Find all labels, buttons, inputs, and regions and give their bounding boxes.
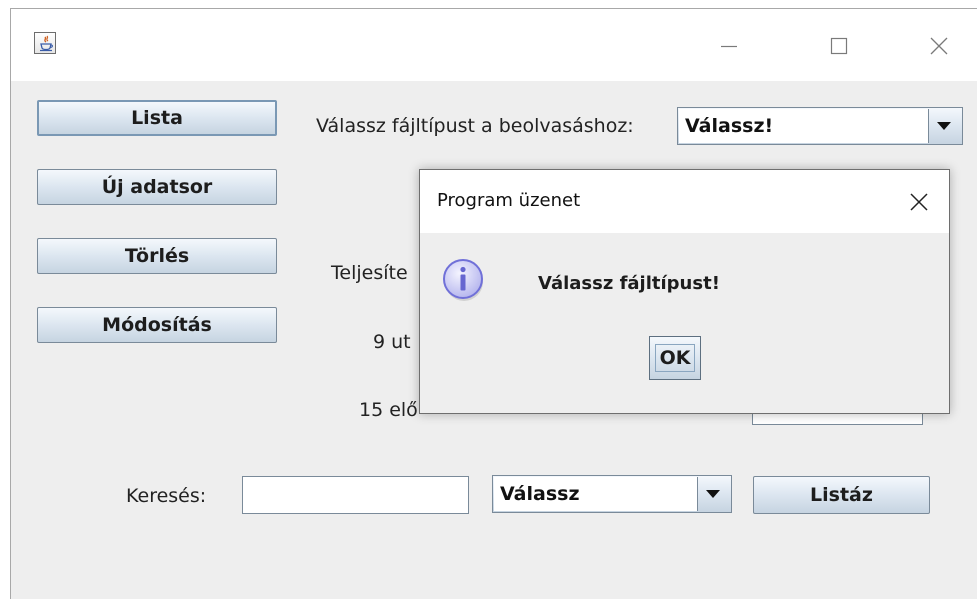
dialog-titlebar[interactable]: Program üzenet [420, 170, 949, 233]
maximize-button[interactable] [819, 29, 859, 63]
maximize-icon [830, 37, 848, 55]
list-button-label: Listáz [810, 484, 873, 506]
dialog-close-button[interactable] [901, 184, 937, 220]
info-line-3: 15 elő [359, 399, 418, 421]
chevron-down-icon [706, 490, 720, 498]
lista-button-label: Lista [131, 107, 183, 129]
lista-button[interactable]: Lista [37, 100, 277, 136]
ok-button-label: OK [654, 344, 696, 372]
window-titlebar[interactable] [11, 9, 977, 81]
filetype-combo-value: Válassz! [679, 109, 929, 143]
info-line-2: 9 ut [373, 331, 411, 353]
modify-button[interactable]: Módosítás [37, 307, 277, 343]
modify-button-label: Módosítás [102, 314, 212, 336]
dialog-message: Válassz fájltípust! [538, 273, 720, 294]
filetype-combo-arrow[interactable] [926, 108, 962, 144]
java-app-icon [34, 32, 56, 54]
filetype-combo[interactable]: Válassz! [677, 107, 963, 145]
close-icon [930, 37, 948, 55]
chevron-down-icon [937, 122, 951, 130]
minimize-button[interactable] [709, 29, 749, 63]
ok-button[interactable]: OK [649, 336, 701, 380]
search-combo-arrow[interactable] [695, 476, 731, 512]
dialog-title: Program üzenet [437, 190, 581, 211]
search-label: Keresés: [126, 485, 207, 507]
delete-button-label: Törlés [124, 245, 190, 267]
search-combo-value: Válassz [494, 477, 698, 511]
message-dialog: Program üzenet Válassz fájltípust! OK [419, 169, 950, 414]
delete-button[interactable]: Törlés [37, 238, 277, 274]
filetype-label: Válassz fájltípust a beolvasáshoz: [316, 115, 634, 137]
new-row-button-label: Új adatsor [101, 176, 213, 198]
info-icon [442, 258, 486, 308]
minimize-icon [721, 45, 737, 48]
search-input[interactable] [242, 476, 469, 514]
close-button[interactable] [919, 29, 959, 63]
list-button[interactable]: Listáz [753, 476, 930, 514]
new-row-button[interactable]: Új adatsor [37, 169, 277, 205]
search-combo[interactable]: Válassz [492, 475, 732, 513]
close-icon [910, 193, 928, 211]
info-line-1: Teljesíte [331, 262, 408, 284]
